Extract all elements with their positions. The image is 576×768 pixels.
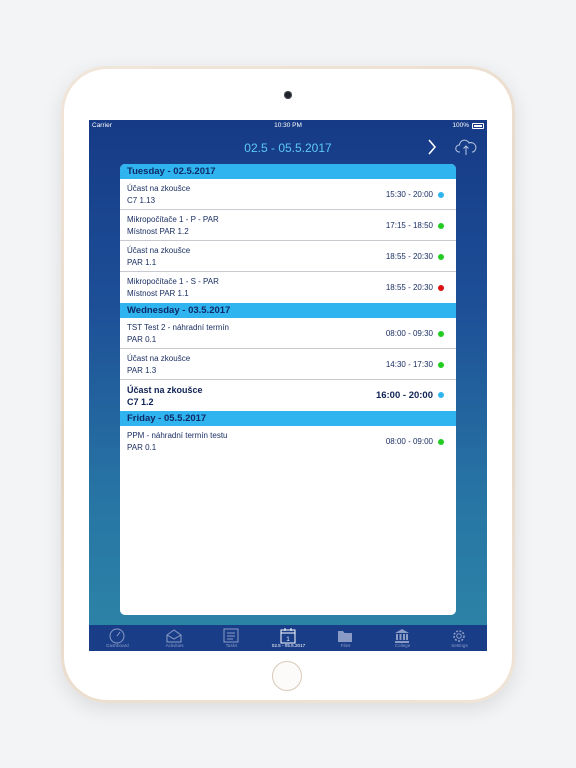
- status-dot: [438, 192, 444, 198]
- home-button[interactable]: [272, 661, 302, 691]
- day-header: Friday - 05.5.2017: [120, 411, 456, 426]
- tab-label: Settings: [451, 643, 468, 648]
- app-screen: Carrier 10:30 PM 100% 02.5 - 05.5.2017 T…: [89, 120, 487, 651]
- item-time: 16:00 - 20:00: [375, 390, 433, 401]
- schedule-item[interactable]: TST Test 2 - náhradní termín PAR 0.1 08:00…: [120, 318, 456, 349]
- item-title: Účast na zkoušce: [127, 184, 191, 193]
- item-title: Účast na zkoušce: [127, 385, 203, 395]
- status-dot: [438, 285, 444, 291]
- item-room: PAR 0.1: [127, 443, 157, 452]
- gear-icon: [453, 630, 465, 642]
- tasks-icon: [223, 628, 239, 643]
- tab-label: Files: [340, 643, 351, 648]
- tab-label: Dashboard: [106, 643, 129, 648]
- tab-bar: Dashboard Activities Tasks 1 02.5 - 05.5.201…: [89, 625, 487, 651]
- item-room: C7 1.13: [127, 196, 156, 205]
- item-title: Mikropočítače 1 - S - PAR: [127, 277, 219, 286]
- item-title: Mikropočítače 1 - P - PAR: [127, 215, 219, 224]
- status-dot: [438, 362, 444, 368]
- item-time: 18:55 - 20:30: [385, 283, 433, 292]
- day-header: Wednesday - 03.5.2017: [120, 303, 456, 318]
- college-icon: [395, 629, 409, 643]
- schedule-item[interactable]: Účast na zkoušce C7 1.2 16:00 - 20:00: [120, 380, 456, 411]
- item-room: PAR 1.3: [127, 366, 157, 375]
- tab-folder[interactable]: Files: [317, 625, 374, 651]
- inbox-icon: [166, 629, 182, 643]
- folder-icon: [338, 631, 352, 642]
- item-time: 17:15 - 18:50: [385, 221, 433, 230]
- tab-label: Tasks: [225, 643, 238, 648]
- schedule-item[interactable]: Mikropočítače 1 - P - PAR Místnost PAR 1.…: [120, 210, 456, 241]
- next-week-button[interactable]: [423, 136, 441, 158]
- tab-speedometer[interactable]: Dashboard: [89, 625, 146, 651]
- tab-calendar[interactable]: 1 02.5 - 05.5.2017: [260, 625, 317, 651]
- cloud-upload-button[interactable]: [455, 138, 477, 156]
- item-room: PAR 1.1: [127, 258, 157, 267]
- schedule-item[interactable]: Účast na zkoušce C7 1.13 15:30 - 20:00: [120, 179, 456, 210]
- tab-college[interactable]: College: [374, 625, 431, 651]
- schedule-list: Tuesday - 02.5.2017 Účast na zkoušce C7 1.…: [120, 164, 456, 615]
- item-time: 08:00 - 09:00: [385, 437, 433, 446]
- status-dot: [438, 439, 444, 445]
- chevron-right-icon: [428, 139, 437, 155]
- tab-gear[interactable]: Settings: [431, 625, 487, 651]
- status-dot: [438, 254, 444, 260]
- item-title: Účast na zkoušce: [127, 246, 191, 255]
- tab-label: Activities: [165, 643, 184, 648]
- status-bar: Carrier 10:30 PM 100%: [89, 120, 487, 132]
- item-room: PAR 0.1: [127, 335, 157, 344]
- item-room: Místnost PAR 1.2: [127, 227, 189, 236]
- tab-label: 02.5 - 05.5.2017: [271, 643, 306, 648]
- camera-icon: [284, 91, 292, 99]
- status-dot: [438, 331, 444, 337]
- tab-tasks[interactable]: Tasks: [203, 625, 260, 651]
- item-title: TST Test 2 - náhradní termín: [127, 323, 229, 332]
- item-room: C7 1.2: [127, 397, 154, 407]
- tab-label: College: [394, 643, 411, 648]
- status-dot: [438, 392, 444, 398]
- item-room: Místnost PAR 1.1: [127, 289, 189, 298]
- item-time: 18:55 - 20:30: [385, 252, 433, 261]
- item-time: 14:30 - 17:30: [385, 360, 433, 369]
- tab-inbox[interactable]: Activities: [146, 625, 203, 651]
- battery-icon: [472, 123, 484, 129]
- item-time: 08:00 - 09:30: [385, 329, 433, 338]
- clock: 10:30 PM: [274, 122, 302, 129]
- day-header: Tuesday - 02.5.2017: [120, 164, 456, 179]
- cloud-upload-icon: [455, 139, 477, 155]
- item-title: PPM - náhradní termín testu: [127, 431, 228, 440]
- item-time: 15:30 - 20:00: [385, 190, 433, 199]
- speedometer-icon: [109, 628, 125, 644]
- battery-percent: 100%: [452, 122, 469, 129]
- schedule-item[interactable]: PPM - náhradní termín testu PAR 0.1 08:00 …: [120, 426, 456, 457]
- item-title: Účast na zkoušce: [127, 354, 191, 363]
- nav-bar: 02.5 - 05.5.2017: [89, 132, 487, 166]
- schedule-item[interactable]: Účast na zkoušce PAR 1.1 18:55 - 20:30: [120, 241, 456, 272]
- schedule-item[interactable]: Účast na zkoušce PAR 1.3 14:30 - 17:30: [120, 349, 456, 380]
- status-dot: [438, 223, 444, 229]
- calendar-icon: 1: [280, 628, 296, 644]
- schedule-item[interactable]: Mikropočítače 1 - S - PAR Místnost PAR 1.…: [120, 272, 456, 303]
